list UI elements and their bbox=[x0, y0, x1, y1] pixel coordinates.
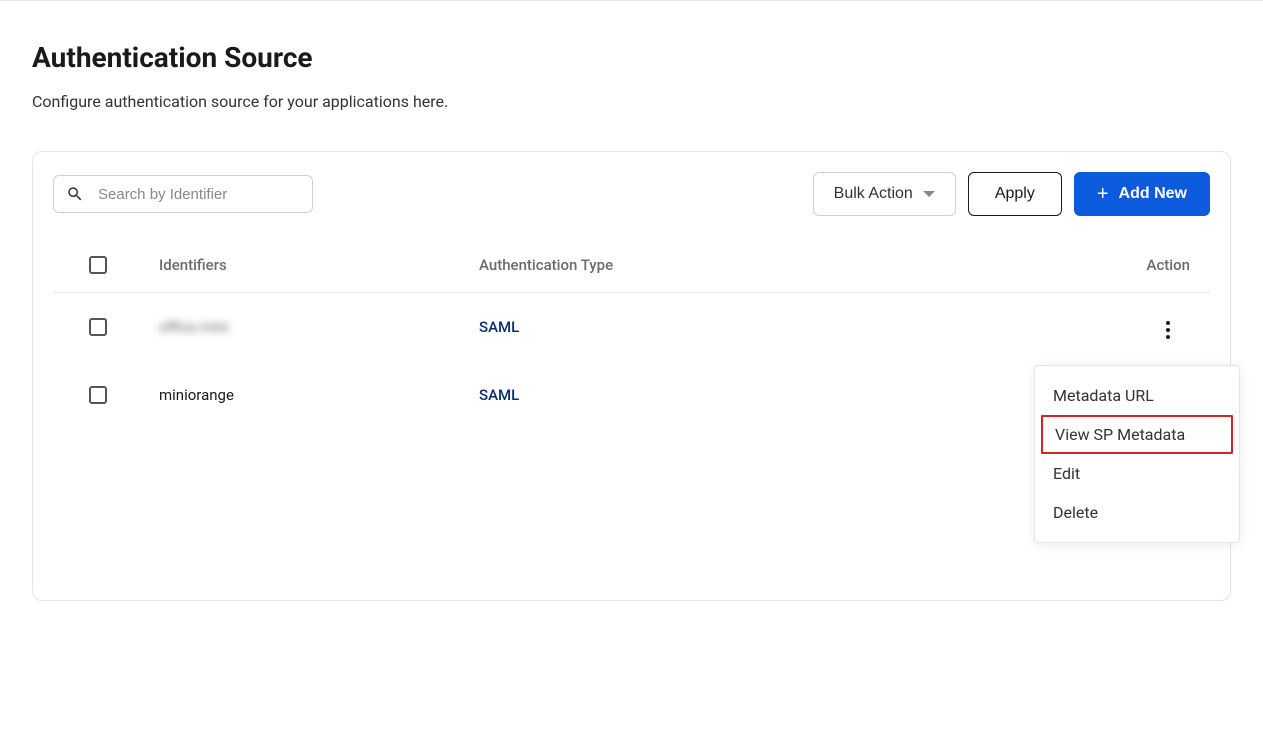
row-action bbox=[1110, 311, 1190, 343]
table-row: office mini SAML bbox=[53, 293, 1210, 361]
identifier-text: office mini bbox=[159, 318, 229, 336]
table-header: Identifiers Authentication Type Action bbox=[53, 256, 1210, 293]
auth-type-text: SAML bbox=[479, 318, 519, 336]
bulk-action-label: Bulk Action bbox=[834, 185, 913, 203]
row-checkbox[interactable] bbox=[89, 386, 107, 404]
row-action-menu-button[interactable] bbox=[1158, 317, 1178, 343]
auth-type-text: SAML bbox=[479, 386, 519, 404]
menu-item-edit[interactable]: Edit bbox=[1035, 454, 1239, 493]
add-new-button[interactable]: + Add New bbox=[1074, 172, 1210, 216]
search-icon bbox=[66, 185, 84, 203]
row-auth-type: SAML bbox=[479, 386, 1110, 404]
apply-label: Apply bbox=[995, 185, 1035, 203]
search-input[interactable] bbox=[98, 186, 300, 203]
search-box[interactable] bbox=[53, 175, 313, 213]
page-title: Authentication Source bbox=[32, 41, 1231, 74]
menu-item-view-sp-metadata[interactable]: View SP Metadata bbox=[1041, 415, 1233, 454]
add-new-label: Add New bbox=[1119, 185, 1187, 203]
row-auth-type: SAML bbox=[479, 318, 1110, 336]
row-check bbox=[89, 318, 159, 336]
col-check-header bbox=[89, 256, 159, 274]
plus-icon: + bbox=[1097, 184, 1109, 204]
row-identifier: miniorange bbox=[159, 386, 479, 404]
action-dropdown-menu: Metadata URL View SP Metadata Edit Delet… bbox=[1034, 365, 1240, 543]
row-checkbox[interactable] bbox=[89, 318, 107, 336]
select-all-checkbox[interactable] bbox=[89, 256, 107, 274]
kebab-dot bbox=[1166, 335, 1170, 339]
page-subtitle: Configure authentication source for your… bbox=[32, 92, 1231, 111]
col-action-header: Action bbox=[1110, 256, 1190, 274]
col-identifier-header: Identifiers bbox=[159, 256, 479, 274]
row-check bbox=[89, 386, 159, 404]
caret-down-icon bbox=[923, 191, 935, 197]
toolbar: Bulk Action Apply + Add New bbox=[53, 172, 1210, 216]
menu-item-delete[interactable]: Delete bbox=[1035, 493, 1239, 532]
row-identifier: office mini bbox=[159, 318, 479, 336]
apply-button[interactable]: Apply bbox=[968, 172, 1062, 216]
kebab-dot bbox=[1166, 328, 1170, 332]
kebab-dot bbox=[1166, 321, 1170, 325]
identifier-text: miniorange bbox=[159, 386, 234, 404]
toolbar-left bbox=[53, 175, 313, 213]
toolbar-right: Bulk Action Apply + Add New bbox=[813, 172, 1210, 216]
col-auth-type-header: Authentication Type bbox=[479, 256, 1110, 274]
bulk-action-button[interactable]: Bulk Action bbox=[813, 172, 956, 216]
menu-item-metadata-url[interactable]: Metadata URL bbox=[1035, 376, 1239, 415]
